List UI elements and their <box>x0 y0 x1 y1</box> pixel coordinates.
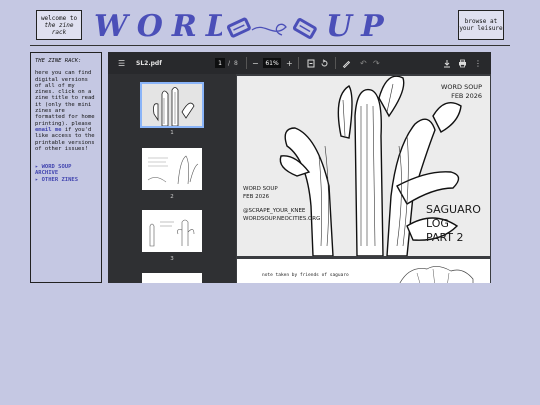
page2-illustration <box>399 266 474 283</box>
soup-can-logo-icon <box>222 13 322 43</box>
page1-header-line: FEB 2026 <box>451 92 482 100</box>
thumbnail-number: 2 <box>170 194 174 200</box>
thumbnail-number: 1 <box>170 130 174 136</box>
zoom-in-button[interactable]: + <box>286 52 293 74</box>
page1-header-text: WORD SOUP FEB 2026 <box>441 83 482 101</box>
thumbnail-page-2[interactable] <box>142 148 202 190</box>
page2-text: note taken by friends of saguaro <box>262 273 349 278</box>
page1-title-line: LOG <box>426 217 449 230</box>
page-number-input[interactable]: 1 <box>215 58 225 68</box>
sidebar-desc-text: here you can find digital versions of al… <box>35 70 95 127</box>
page1-title-line: PART 2 <box>426 231 464 244</box>
sidebar-link-word-soup-archive[interactable]: ▸ WORD SOUP ARCHIVE <box>35 164 97 177</box>
browse-line-1: browse at <box>464 18 498 25</box>
page1-issue-text: WORD SOUP FEB 2026 <box>243 185 278 201</box>
download-icon[interactable] <box>443 52 451 74</box>
welcome-box: welcome to the zine rack <box>36 10 82 40</box>
thumbnail-page-3[interactable] <box>142 210 202 252</box>
welcome-line-1: welcome to <box>40 14 78 22</box>
page1-title: SAGUARO LOG PART 2 <box>426 203 481 245</box>
thumbnail-number: 3 <box>170 256 174 262</box>
draw-icon[interactable] <box>342 52 351 74</box>
zoom-out-button[interactable]: − <box>252 52 259 74</box>
more-icon[interactable]: ⋮ <box>474 52 482 74</box>
pdf-page-2: note taken by friends of saguaro <box>237 259 490 283</box>
redo-icon[interactable]: ↷ <box>373 52 380 74</box>
page1-contact-line: WORDSOUP.NEOCITIES.ORG <box>243 216 321 222</box>
zoom-input[interactable]: 61% <box>263 58 281 68</box>
header-divider <box>30 45 510 46</box>
thumbnail-sidebar[interactable]: 1 2 3 <box>108 74 236 283</box>
email-link[interactable]: email me <box>35 127 62 133</box>
toolbar-divider <box>335 57 336 69</box>
page1-contact-line: @SCRAPE_YOUR_KNEE <box>243 208 306 214</box>
thumbnail-page-1[interactable] <box>140 82 204 128</box>
pdf-viewer[interactable]: ☰ SL2.pdf 1 / 8 − 61% + ↶ ↷ ⋮ 1 2 3 WORD… <box>108 52 491 283</box>
rotate-icon[interactable] <box>320 52 329 74</box>
fit-page-icon[interactable] <box>307 52 315 74</box>
print-icon[interactable] <box>458 52 467 74</box>
undo-icon[interactable]: ↶ <box>360 52 367 74</box>
page1-contact-text: @SCRAPE_YOUR_KNEE WORDSOUP.NEOCITIES.ORG <box>243 207 320 223</box>
welcome-line-2: the zine rack <box>44 21 74 36</box>
page1-issue-line: WORD SOUP <box>243 186 278 192</box>
page-separator: / <box>228 59 231 67</box>
sidebar: THE ZINE RACK: here you can find digital… <box>30 52 102 283</box>
sidebar-description: here you can find digital versions of al… <box>35 70 97 152</box>
page-total: 8 <box>234 59 238 67</box>
pdf-page-1: WORD SOUP FEB 2026 WORD SOUP FEB 2026 @S… <box>237 76 490 256</box>
browse-line-2: your leisure <box>459 25 503 32</box>
thumbnail-page-4[interactable] <box>142 273 202 283</box>
sidebar-title: THE ZINE RACK: <box>35 58 82 64</box>
menu-icon[interactable]: ☰ <box>118 52 125 74</box>
pdf-filename: SL2.pdf <box>136 59 162 67</box>
browse-box: browse at your leisure <box>458 10 504 40</box>
toolbar-divider <box>246 57 247 69</box>
sidebar-link-other-zines[interactable]: ▸ OTHER ZINES <box>35 177 97 183</box>
page1-issue-line: FEB 2026 <box>243 194 270 200</box>
site-logo[interactable]: WORD SOUP <box>94 9 446 44</box>
pdf-toolbar: ☰ SL2.pdf 1 / 8 − 61% + ↶ ↷ ⋮ <box>108 52 491 74</box>
page1-title-line: SAGUARO <box>426 203 481 216</box>
toolbar-divider <box>298 57 299 69</box>
page1-header-line: WORD SOUP <box>440 83 482 91</box>
